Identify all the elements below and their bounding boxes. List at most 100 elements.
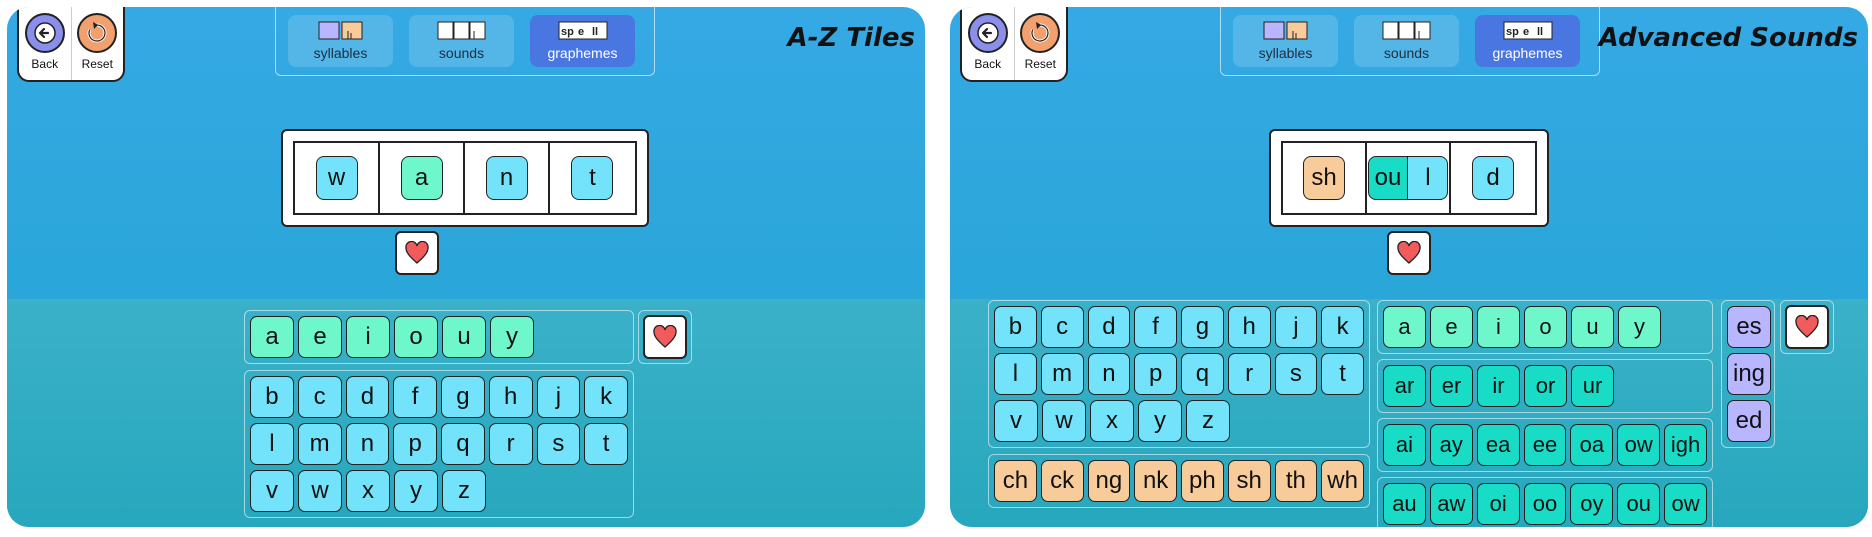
tile[interactable]: i: [346, 316, 390, 358]
board-slot[interactable]: t: [550, 143, 635, 213]
tile[interactable]: ur: [1571, 365, 1614, 407]
tile[interactable]: u: [442, 316, 486, 358]
favorite-button[interactable]: [1387, 231, 1431, 275]
tile[interactable]: g: [1181, 306, 1224, 348]
tile[interactable]: l: [250, 423, 294, 465]
back-button[interactable]: Back: [962, 7, 1014, 80]
tile[interactable]: ea: [1476, 424, 1520, 466]
tile[interactable]: f: [1134, 306, 1177, 348]
tile[interactable]: e: [298, 316, 342, 358]
tile[interactable]: k: [1321, 306, 1364, 348]
tile[interactable]: igh: [1664, 424, 1708, 466]
tile[interactable]: h: [488, 376, 533, 418]
tile[interactable]: ou: [1617, 483, 1661, 525]
tile[interactable]: s: [536, 423, 581, 465]
tile[interactable]: f: [393, 376, 437, 418]
board-slot[interactable]: w: [295, 143, 380, 213]
tile[interactable]: or: [1524, 365, 1567, 407]
tile[interactable]: q: [1181, 353, 1224, 395]
favorite-button[interactable]: [395, 231, 439, 275]
tile[interactable]: ph: [1181, 460, 1224, 502]
tile[interactable]: b: [250, 376, 294, 418]
tile[interactable]: e: [1430, 306, 1473, 348]
favorite-tile-button[interactable]: [1785, 305, 1829, 349]
tile[interactable]: o: [1524, 306, 1567, 348]
board-tile[interactable]: a: [400, 156, 443, 200]
tile[interactable]: ow: [1664, 483, 1708, 525]
tile[interactable]: y: [1138, 400, 1182, 442]
tile[interactable]: oy: [1570, 483, 1614, 525]
board-tile[interactable]: n: [485, 156, 528, 200]
tile[interactable]: a: [1383, 306, 1426, 348]
tile[interactable]: u: [1571, 306, 1614, 348]
tile[interactable]: ch: [994, 460, 1037, 502]
board-slot[interactable]: sh: [1283, 143, 1368, 213]
tile[interactable]: aw: [1429, 483, 1473, 525]
mode-graphemes-button[interactable]: sp e ll graphemes: [1475, 15, 1580, 67]
tile[interactable]: k: [584, 376, 628, 418]
tile[interactable]: es: [1727, 306, 1771, 348]
tile[interactable]: w: [298, 470, 342, 512]
tile[interactable]: a: [250, 316, 294, 358]
tile[interactable]: au: [1383, 483, 1426, 525]
board-slot[interactable]: a: [380, 143, 465, 213]
tile[interactable]: oa: [1570, 424, 1614, 466]
tile[interactable]: n: [345, 423, 390, 465]
tile[interactable]: ee: [1523, 424, 1567, 466]
mode-syllables-button[interactable]: syllables: [288, 15, 393, 67]
tile[interactable]: p: [393, 423, 437, 465]
tile[interactable]: c: [1040, 306, 1084, 348]
board-tile[interactable]: w: [315, 156, 358, 200]
tile[interactable]: t: [1321, 353, 1364, 395]
tile[interactable]: m: [297, 423, 342, 465]
tile[interactable]: z: [1186, 400, 1230, 442]
tile[interactable]: g: [441, 376, 485, 418]
tile[interactable]: b: [994, 306, 1037, 348]
tile[interactable]: t: [584, 423, 628, 465]
tile[interactable]: ar: [1383, 365, 1426, 407]
board-tile[interactable]: d: [1472, 156, 1515, 200]
tile[interactable]: ed: [1727, 400, 1771, 442]
back-button[interactable]: Back: [19, 7, 71, 80]
tile[interactable]: ing: [1727, 353, 1771, 395]
tile[interactable]: l: [994, 353, 1037, 395]
tile[interactable]: c: [297, 376, 342, 418]
tile[interactable]: r: [488, 423, 533, 465]
tile[interactable]: m: [1040, 353, 1084, 395]
tile[interactable]: y: [394, 470, 438, 512]
board-slot[interactable]: d: [1451, 143, 1535, 213]
tile[interactable]: p: [1134, 353, 1177, 395]
board-slot[interactable]: ou l: [1367, 143, 1452, 213]
board-slot[interactable]: n: [465, 143, 550, 213]
board-tile[interactable]: l: [1408, 156, 1449, 200]
board-tile[interactable]: sh: [1303, 156, 1345, 200]
tile[interactable]: ck: [1040, 460, 1084, 502]
reset-button[interactable]: Reset: [1013, 7, 1067, 80]
tile[interactable]: v: [994, 400, 1038, 442]
board-tile[interactable]: ou: [1367, 156, 1409, 200]
tile[interactable]: er: [1430, 365, 1473, 407]
tile[interactable]: oo: [1523, 483, 1567, 525]
mode-graphemes-button[interactable]: sp e ll graphemes: [530, 15, 635, 67]
tile[interactable]: y: [490, 316, 534, 358]
tile[interactable]: ir: [1477, 365, 1520, 407]
tile[interactable]: d: [1087, 306, 1131, 348]
tile[interactable]: j: [1274, 306, 1318, 348]
tile[interactable]: x: [1090, 400, 1134, 442]
mode-sounds-button[interactable]: sounds: [1354, 15, 1459, 67]
tile[interactable]: d: [345, 376, 390, 418]
tile[interactable]: oi: [1476, 483, 1520, 525]
tile[interactable]: x: [346, 470, 390, 512]
tile[interactable]: o: [394, 316, 438, 358]
tile[interactable]: ow: [1617, 424, 1661, 466]
tile[interactable]: ng: [1087, 460, 1131, 502]
mode-syllables-button[interactable]: syllables: [1233, 15, 1338, 67]
tile[interactable]: i: [1477, 306, 1520, 348]
tile[interactable]: v: [250, 470, 294, 512]
tile[interactable]: ai: [1383, 424, 1426, 466]
tile[interactable]: s: [1274, 353, 1318, 395]
tile[interactable]: q: [441, 423, 485, 465]
tile[interactable]: z: [442, 470, 486, 512]
tile[interactable]: sh: [1227, 460, 1271, 502]
reset-button[interactable]: Reset: [70, 7, 124, 80]
